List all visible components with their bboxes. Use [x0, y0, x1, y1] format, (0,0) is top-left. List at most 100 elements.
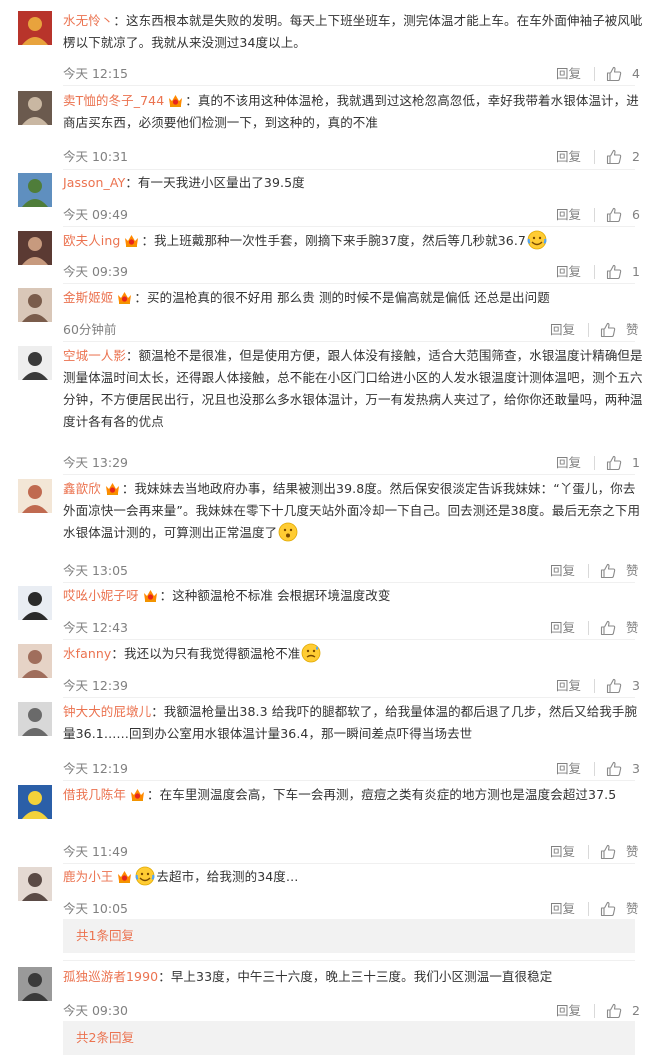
like-button[interactable]: 4: [606, 65, 646, 83]
thumbs-up-icon: [606, 264, 622, 280]
avatar[interactable]: [18, 785, 52, 819]
username-link[interactable]: 空城一人影: [63, 348, 126, 363]
like-button[interactable]: 2: [606, 148, 646, 166]
comment-separator: [63, 226, 635, 227]
username-link[interactable]: 水fanny: [63, 646, 111, 661]
like-button[interactable]: 赞: [600, 321, 640, 339]
comment-separator: [63, 780, 635, 781]
view-replies-link[interactable]: 共1条回复: [63, 919, 635, 953]
thumbs-up-icon: [606, 761, 622, 777]
comment-timestamp: 今天 12:15: [63, 66, 128, 81]
reply-button[interactable]: 回复: [556, 263, 581, 281]
username-link[interactable]: 借我几陈年: [63, 787, 126, 802]
comment-separator: [63, 474, 635, 475]
reply-button[interactable]: 回复: [556, 148, 581, 166]
like-button[interactable]: 赞: [600, 843, 640, 861]
reply-button[interactable]: 回复: [556, 206, 581, 224]
reply-button[interactable]: 回复: [550, 900, 575, 918]
like-button[interactable]: 3: [606, 677, 646, 695]
avatar-image: [18, 231, 52, 265]
avatar-image: [18, 11, 52, 45]
view-replies-link[interactable]: 共2条回复: [63, 1021, 635, 1055]
comment-body: ：我妹妹去当地政府办事，结果被测出39.8度。然后保安很淡定告诉我妹妹：“丫蛋儿…: [63, 481, 641, 540]
avatar[interactable]: [18, 479, 52, 513]
comment-timestamp: 今天 12:39: [63, 678, 128, 693]
thumbs-up-icon: [600, 844, 616, 860]
comment-text-block: 孤独巡游者1990：早上33度，中午三十六度，晚上三十三度。我们小区测温一直很稳…: [63, 966, 643, 988]
like-button[interactable]: 1: [606, 263, 646, 281]
thumbs-up-icon: [606, 678, 622, 694]
avatar[interactable]: [18, 967, 52, 1001]
comment-timestamp: 今天 10:05: [63, 901, 128, 916]
meta-divider: [588, 564, 589, 578]
thumbs-up-icon: [600, 620, 616, 636]
avatar[interactable]: [18, 586, 52, 620]
like-count: 6: [632, 207, 640, 222]
vip-crown-badge-icon: [118, 292, 132, 304]
reply-button[interactable]: 回复: [556, 454, 581, 472]
like-button[interactable]: 赞: [600, 619, 640, 637]
reply-button[interactable]: 回复: [550, 843, 575, 861]
username-link[interactable]: 水无怜丶: [63, 13, 113, 28]
comment-text-block: 鹿为小王 去超市，给我测的34度…: [63, 866, 643, 888]
meta-divider: [588, 845, 589, 859]
avatar[interactable]: [18, 867, 52, 901]
like-button[interactable]: 赞: [600, 562, 640, 580]
avatar[interactable]: [18, 173, 52, 207]
avatar[interactable]: [18, 231, 52, 265]
username-link[interactable]: 欧夫人ing: [63, 233, 120, 248]
comment-timestamp: 60分钟前: [63, 322, 117, 337]
laughing-tears-emoji: [136, 866, 155, 886]
comment-timestamp: 今天 12:43: [63, 620, 128, 635]
username-link[interactable]: 金斯姬姬: [63, 290, 113, 305]
username-link[interactable]: 钟大大的屁墩儿: [63, 704, 151, 719]
username-link[interactable]: 鹿为小王: [63, 869, 113, 884]
reply-button[interactable]: 回复: [556, 760, 581, 778]
avatar-image: [18, 173, 52, 207]
comment-body: ：有一天我进小区量出了39.5度: [125, 175, 305, 190]
avatar-image: [18, 967, 52, 1001]
reply-button[interactable]: 回复: [550, 619, 575, 637]
username-link[interactable]: 卖T恤的冬子_744: [63, 93, 164, 108]
comment-separator: [63, 863, 635, 864]
reply-button[interactable]: 回复: [550, 562, 575, 580]
like-button[interactable]: 赞: [600, 900, 640, 918]
thumbs-up-icon: [600, 563, 616, 579]
username-link[interactable]: Jasson_AY: [63, 175, 125, 190]
comment-timestamp: 今天 09:30: [63, 1003, 128, 1018]
like-count: 赞: [626, 844, 639, 859]
surprised-face-emoji: [278, 522, 298, 542]
username-link[interactable]: 孤独巡游者1990: [63, 969, 158, 984]
comment-body: ：这种额温枪不标准 会根据环境温度改变: [159, 588, 391, 603]
comment-separator: [63, 697, 635, 698]
replies-count-label: 共1条回复: [76, 928, 134, 943]
reply-button[interactable]: 回复: [556, 65, 581, 83]
comment-body: ：我还以为只有我觉得额温枪不准: [111, 646, 301, 661]
avatar[interactable]: [18, 644, 52, 678]
meta-divider: [594, 679, 595, 693]
like-button[interactable]: 2: [606, 1002, 646, 1020]
avatar[interactable]: [18, 288, 52, 322]
reply-button[interactable]: 回复: [550, 321, 575, 339]
like-button[interactable]: 6: [606, 206, 646, 224]
avatar[interactable]: [18, 91, 52, 125]
avatar[interactable]: [18, 702, 52, 736]
avatar[interactable]: [18, 346, 52, 380]
reply-button[interactable]: 回复: [556, 1002, 581, 1020]
like-count: 赞: [626, 901, 639, 916]
comment-timestamp: 今天 11:49: [63, 844, 128, 859]
meta-divider: [588, 323, 589, 337]
username-link[interactable]: 哎吆小妮子呀: [63, 588, 139, 603]
comment-text-block: 哎吆小妮子呀 ：这种额温枪不标准 会根据环境温度改变: [63, 585, 643, 607]
username-link[interactable]: 鑫歆欣: [63, 481, 101, 496]
reply-button[interactable]: 回复: [556, 677, 581, 695]
avatar[interactable]: [18, 11, 52, 45]
comment-body: ：额温枪不是很准，但是使用方便，跟人体没有接触，适合大范围筛查，水银温度计精确但…: [63, 348, 643, 429]
comment-timestamp: 今天 12:19: [63, 761, 128, 776]
comment-separator: [63, 283, 635, 284]
avatar-image: [18, 288, 52, 322]
like-button[interactable]: 3: [606, 760, 646, 778]
like-button[interactable]: 1: [606, 454, 646, 472]
comment-timestamp: 今天 13:29: [63, 455, 128, 470]
comment-separator: [63, 85, 635, 86]
